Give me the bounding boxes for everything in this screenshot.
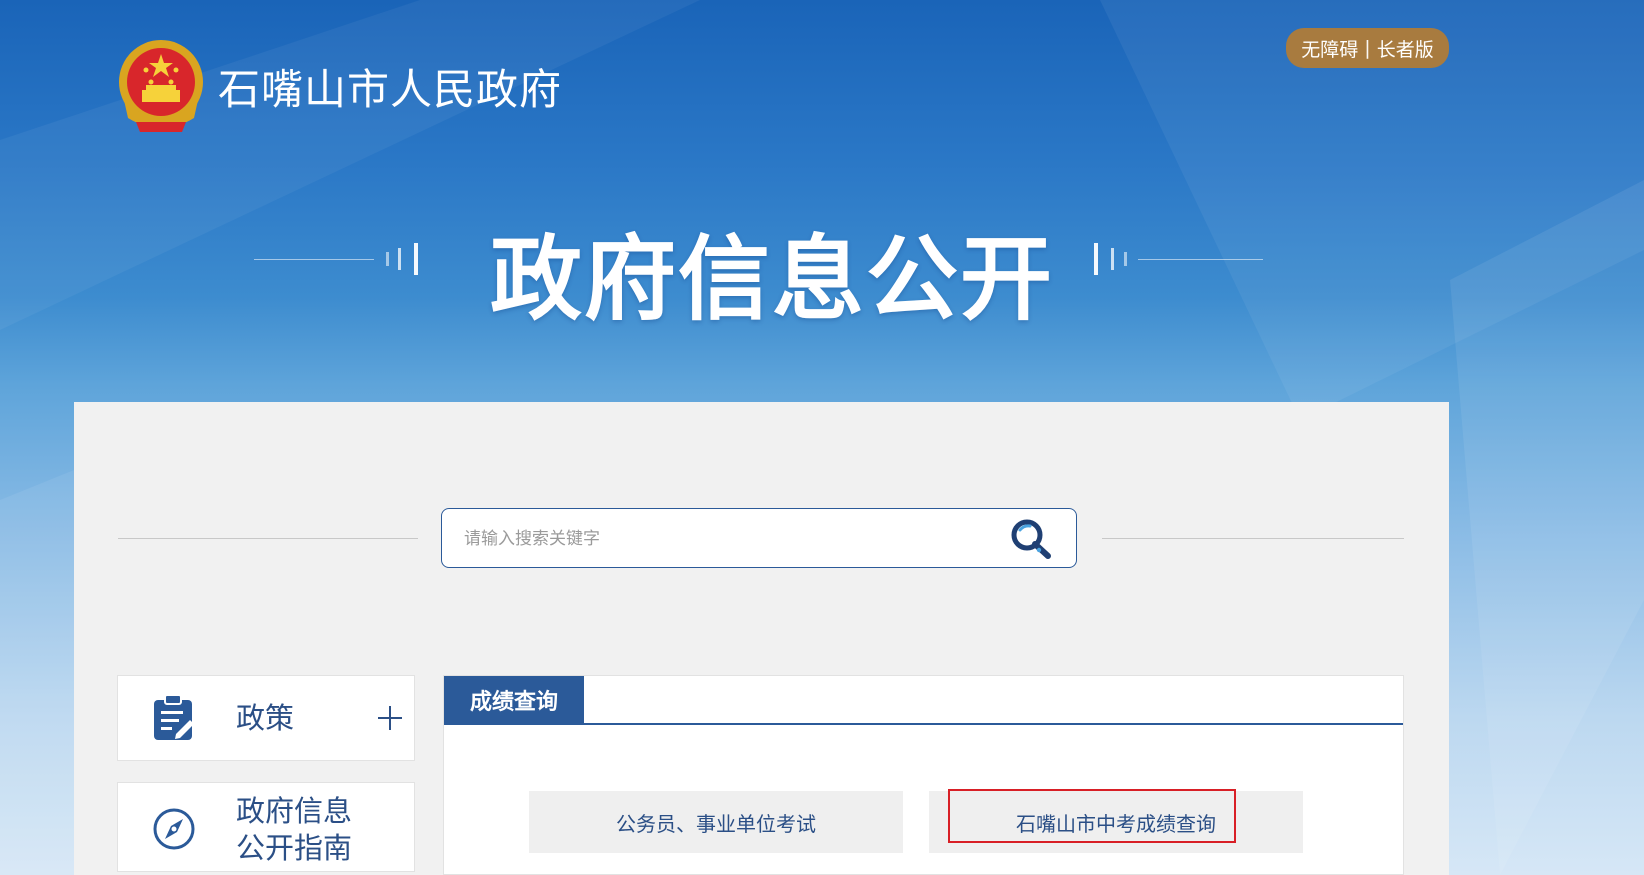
sidebar-item-disclosure-guide[interactable]: 政府信息 公开指南 xyxy=(117,782,415,872)
title-decoration-left xyxy=(254,243,418,275)
score-query-panel: 成绩查询 公务员、事业单位考试 石嘴山市中考成绩查询 xyxy=(443,675,1404,875)
middle-school-exam-score-link[interactable]: 石嘴山市中考成绩查询 xyxy=(929,791,1303,853)
page: 石嘴山市人民政府 无障碍 | 长者版 政府信息公开 请输入搜索关键字 政策 政府… xyxy=(0,0,1644,875)
accessibility-toolbar: 无障碍 | 长者版 xyxy=(1286,28,1449,68)
sidebar-item-label: 政策 xyxy=(236,701,295,735)
tab-underline xyxy=(444,723,1403,725)
search-divider-left xyxy=(118,538,418,539)
search-input[interactable] xyxy=(462,523,986,555)
title-decoration-right xyxy=(1094,243,1263,275)
header: 石嘴山市人民政府 无障碍 | 长者版 政府信息公开 xyxy=(0,0,1644,400)
search-icon[interactable] xyxy=(1008,517,1056,561)
compass-icon xyxy=(153,808,195,850)
document-edit-icon xyxy=(154,694,194,740)
elder-mode-link[interactable]: 长者版 xyxy=(1377,35,1434,62)
sidebar-item-policy[interactable]: 政策 xyxy=(117,675,415,761)
tab-score-query[interactable]: 成绩查询 xyxy=(444,676,584,724)
hero-title: 政府信息公开 xyxy=(490,226,1055,333)
site-title[interactable]: 石嘴山市人民政府 xyxy=(218,56,562,117)
toolbar-separator: | xyxy=(1364,37,1371,59)
accessibility-link[interactable]: 无障碍 xyxy=(1301,35,1358,62)
sidebar-item-label: 政府信息 公开指南 xyxy=(236,794,353,865)
national-emblem-icon xyxy=(119,40,203,132)
civil-service-exam-link[interactable]: 公务员、事业单位考试 xyxy=(529,791,903,853)
plus-icon[interactable] xyxy=(376,704,404,732)
search-box xyxy=(441,508,1077,568)
search-divider-right xyxy=(1102,538,1404,539)
content-area: 政策 政府信息 公开指南 成绩查询 公务员、事业单位考试 石嘴山市中考成绩查询 xyxy=(74,402,1449,875)
